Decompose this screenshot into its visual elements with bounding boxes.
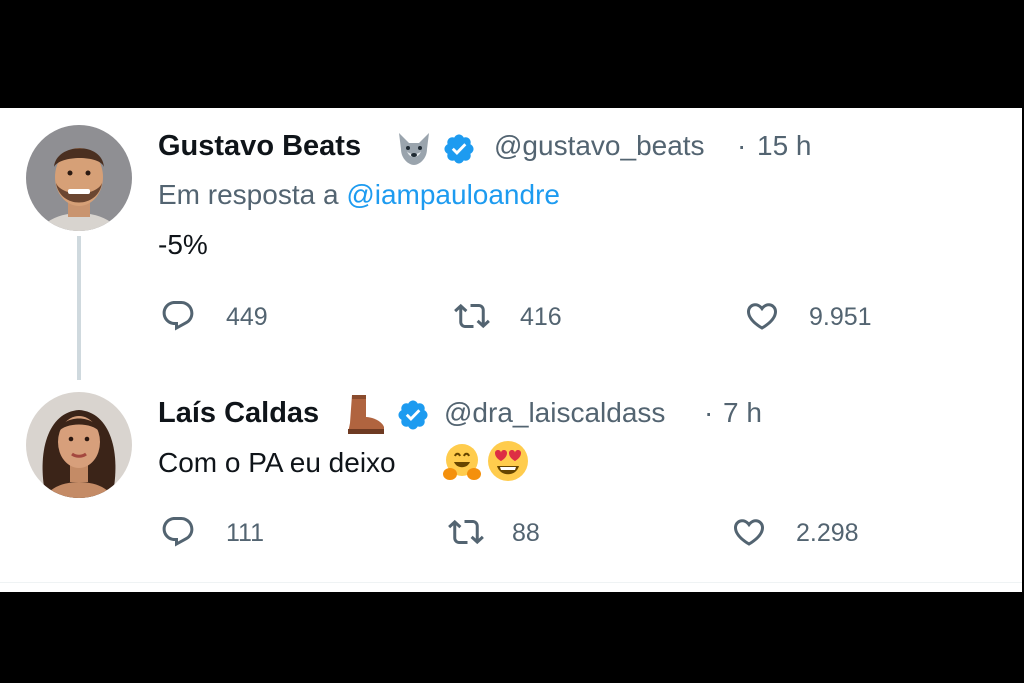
retweet-count: 88 [512, 519, 540, 547]
verified-badge-icon [396, 398, 430, 437]
boot-emoji-icon [344, 393, 388, 440]
reply-count: 449 [226, 303, 268, 331]
author-name[interactable]: Laís Caldas [158, 397, 319, 430]
reply-count: 111 [226, 519, 265, 547]
tweet-text: Com o PA eu deixo [158, 447, 396, 478]
time-separator: · [704, 397, 714, 428]
verified-badge-icon [442, 132, 476, 171]
reply-mention-link[interactable]: @iampauloandre [346, 179, 560, 210]
hugging-face-emoji-icon [442, 442, 482, 487]
retweet-icon[interactable] [452, 298, 492, 339]
tweet-thread-panel: Gustavo Beats @gustavo_beats · 15 h Em r… [0, 108, 1022, 592]
reply-icon[interactable] [160, 298, 196, 339]
wolf-emoji-icon [395, 129, 433, 172]
author-handle[interactable]: @gustavo_beats [494, 130, 705, 162]
author-handle[interactable]: @dra_laiscaldass [444, 397, 665, 429]
divider [0, 582, 1022, 583]
time-separator: · [737, 130, 747, 161]
like-count: 9.951 [809, 303, 872, 331]
tweet-text: -5% [158, 229, 208, 260]
screenshot-canvas: Gustavo Beats @gustavo_beats · 15 h Em r… [0, 0, 1024, 683]
retweet-icon[interactable] [446, 514, 486, 555]
tweet-time[interactable]: 7 h [723, 397, 762, 429]
like-icon[interactable] [731, 514, 767, 555]
like-count: 2.298 [796, 519, 859, 547]
reply-context: Em resposta a @iampauloandre [158, 179, 560, 211]
like-icon[interactable] [744, 298, 780, 339]
avatar-lais[interactable] [26, 392, 132, 498]
thread-connector-line [77, 236, 81, 380]
reply-prefix: Em resposta a [158, 179, 347, 210]
author-name[interactable]: Gustavo Beats [158, 130, 361, 163]
reply-icon[interactable] [160, 514, 196, 555]
avatar-gustavo[interactable] [26, 125, 132, 231]
heart-eyes-emoji-icon [486, 439, 530, 488]
tweet-time[interactable]: 15 h [757, 130, 812, 162]
retweet-count: 416 [520, 303, 562, 331]
